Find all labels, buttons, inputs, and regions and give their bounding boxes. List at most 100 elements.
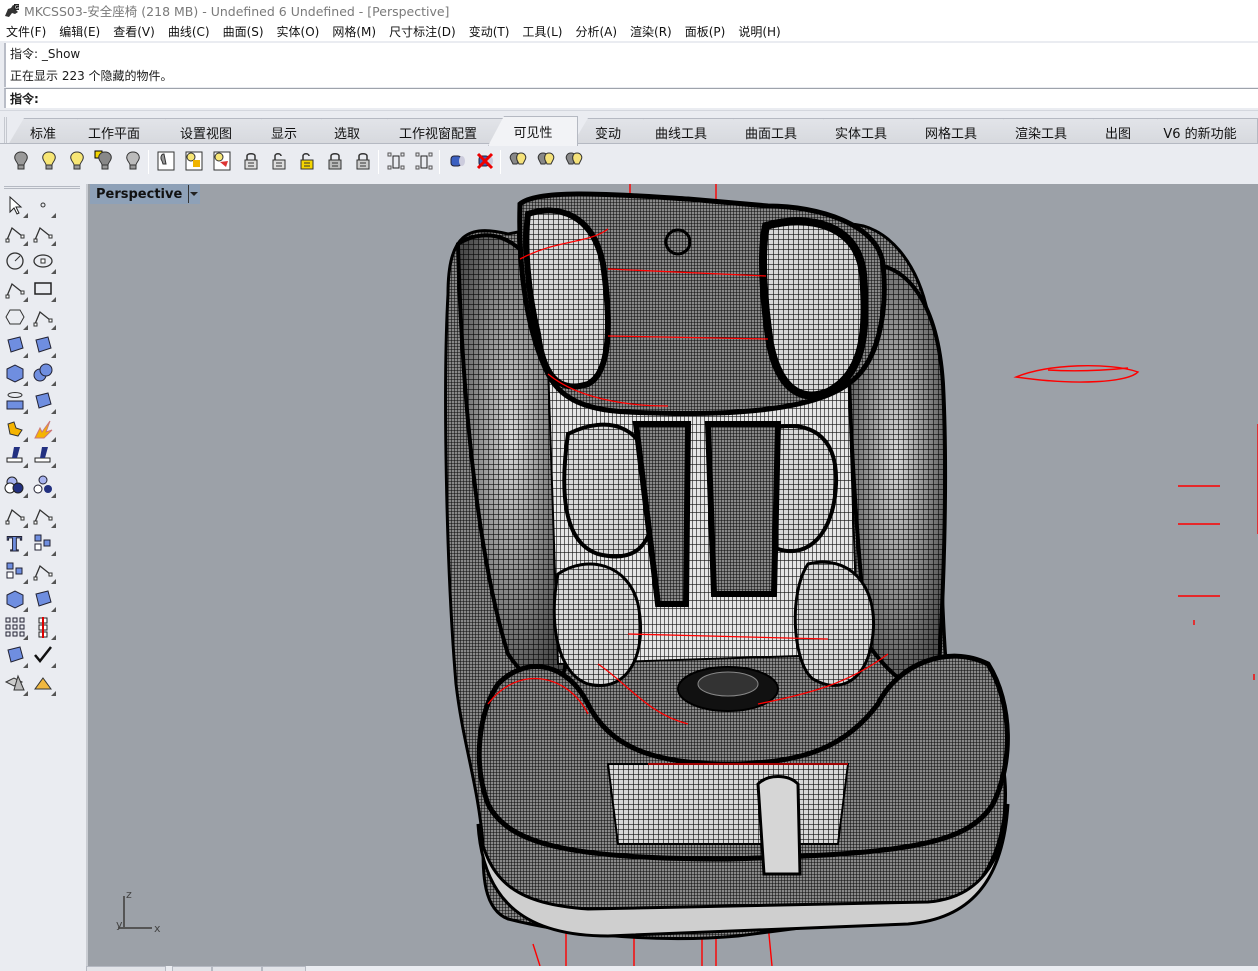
polyline-icon[interactable] <box>2 220 28 246</box>
arc-icon[interactable] <box>2 276 28 302</box>
flyout-indicator-icon <box>51 381 56 386</box>
boolean-union-icon[interactable] <box>2 472 28 498</box>
menu-render[interactable]: 渲染(R) <box>630 23 672 40</box>
hide-points-icon[interactable] <box>383 148 409 174</box>
split-icon[interactable] <box>30 442 56 468</box>
check-icon[interactable] <box>30 642 56 668</box>
render-material-icon[interactable] <box>30 670 56 696</box>
solid-edit-icon[interactable] <box>2 586 28 612</box>
array-icon[interactable] <box>2 558 28 584</box>
select-icon[interactable] <box>2 192 28 218</box>
lock-swap-icon[interactable] <box>322 148 348 174</box>
trim-icon[interactable] <box>2 442 28 468</box>
command-input[interactable] <box>42 89 1258 108</box>
show-objects-icon[interactable] <box>36 148 62 174</box>
hide-swap-icon[interactable] <box>92 148 118 174</box>
group-icon[interactable] <box>30 472 56 498</box>
menu-panels[interactable]: 面板(P) <box>685 23 726 40</box>
viewport-tab[interactable] <box>86 966 166 971</box>
curve-icon[interactable] <box>30 220 56 246</box>
viewport-tab[interactable] <box>212 966 262 971</box>
array-grid-icon[interactable] <box>2 614 28 640</box>
toolbar-separator <box>148 150 149 174</box>
join-icon[interactable] <box>2 416 28 442</box>
isolate-icon[interactable] <box>444 148 470 174</box>
tab-curve-tools[interactable]: 曲线工具 <box>628 118 734 145</box>
menu-curve[interactable]: 曲线(C) <box>168 23 210 40</box>
flyout-indicator-icon <box>23 493 28 498</box>
show-in-detail-icon[interactable] <box>181 148 207 174</box>
menu-edit[interactable]: 编辑(E) <box>59 23 100 40</box>
menu-mesh[interactable]: 网格(M) <box>332 23 376 40</box>
cylinder-icon[interactable] <box>2 388 28 414</box>
viewport-title-tab[interactable]: Perspective <box>90 184 201 204</box>
flyout-indicator-icon <box>51 523 56 528</box>
sphere-icon[interactable] <box>30 360 56 386</box>
align-icon[interactable] <box>30 614 56 640</box>
tab-v6-new[interactable]: V6 的新功能 <box>1142 118 1258 145</box>
point-icon[interactable] <box>30 192 56 218</box>
viewport-tab[interactable] <box>172 966 212 971</box>
hide-layer-icon-2[interactable] <box>533 148 559 174</box>
fillet-curve-icon[interactable] <box>30 304 56 330</box>
tab-render-tools[interactable]: 渲染工具 <box>988 118 1094 145</box>
offset-curve-icon[interactable] <box>30 502 56 528</box>
swap-hidden-visible-icon[interactable] <box>120 148 146 174</box>
hide-in-detail-icon[interactable] <box>153 148 179 174</box>
tab-cplanes[interactable]: 工作平面 <box>62 118 166 145</box>
hide-layer-icon-1[interactable] <box>505 148 531 174</box>
menu-analyze[interactable]: 分析(A) <box>575 23 617 40</box>
show-points-icon[interactable] <box>411 148 437 174</box>
extrude-planar-icon[interactable] <box>30 586 56 612</box>
fillet-edge-icon[interactable] <box>2 502 28 528</box>
explode-icon[interactable] <box>30 416 56 442</box>
polygon-icon[interactable] <box>2 304 28 330</box>
tab-surface-tools[interactable]: 曲面工具 <box>718 118 824 145</box>
rectangle-icon[interactable] <box>30 276 56 302</box>
swap-locked-icon[interactable] <box>350 148 376 174</box>
flyout-indicator-icon <box>23 607 28 612</box>
unlock-icon[interactable] <box>266 148 292 174</box>
flyout-indicator-icon <box>51 607 56 612</box>
hide-in-view-icon[interactable] <box>209 148 235 174</box>
tab-mesh-tools[interactable]: 网格工具 <box>898 118 1004 145</box>
toolbar-grip[interactable] <box>4 186 80 189</box>
circle-icon[interactable] <box>2 248 28 274</box>
render-primitives-icon[interactable] <box>2 670 28 696</box>
menu-solid[interactable]: 实体(O) <box>277 23 320 40</box>
crotch-pad <box>606 763 850 845</box>
lock-icon[interactable] <box>238 148 264 174</box>
menu-tools[interactable]: 工具(L) <box>522 23 562 40</box>
hide-layer-icon-3[interactable] <box>561 148 587 174</box>
viewport-menu-dropdown-icon[interactable] <box>188 185 198 203</box>
menu-view[interactable]: 查看(V) <box>113 23 155 40</box>
mesh-surface-icon[interactable] <box>30 388 56 414</box>
extrude-surface-icon[interactable] <box>30 332 56 358</box>
move-icon[interactable] <box>30 530 56 556</box>
unisolate-icon[interactable] <box>472 148 498 174</box>
box-icon[interactable] <box>2 360 28 386</box>
rotate-icon[interactable] <box>30 558 56 584</box>
perspective-viewport[interactable]: Perspective z y x <box>86 184 1258 966</box>
flyout-indicator-icon <box>51 325 56 330</box>
tab-solid-tools[interactable]: 实体工具 <box>808 118 914 145</box>
viewport-tab[interactable] <box>262 966 306 971</box>
car-seat-model[interactable] <box>88 184 1258 966</box>
menu-surface[interactable]: 曲面(S) <box>223 23 264 40</box>
unlock-selected-icon[interactable] <box>294 148 320 174</box>
menu-help[interactable]: 说明(H) <box>738 23 780 40</box>
analyze-icon[interactable] <box>2 642 28 668</box>
show-selected-objects-icon[interactable] <box>64 148 90 174</box>
tab-set-view[interactable]: 设置视图 <box>150 118 262 145</box>
text-icon[interactable]: T <box>2 530 28 556</box>
menu-file[interactable]: 文件(F) <box>6 23 46 40</box>
tab-viewport-layout[interactable]: 工作视窗配置 <box>372 118 504 145</box>
menu-transform[interactable]: 变动(T) <box>469 23 510 40</box>
surface-from-points-icon[interactable] <box>2 332 28 358</box>
command-history[interactable]: 指令: _Show 正在显示 223 个隐藏的物件。 <box>4 43 1258 87</box>
hide-objects-icon[interactable] <box>8 148 34 174</box>
menu-dimension[interactable]: 尺寸标注(D) <box>389 23 456 40</box>
ellipse-icon[interactable] <box>30 248 56 274</box>
crotch-strap <box>756 775 802 876</box>
svg-text:G: G <box>15 5 19 11</box>
